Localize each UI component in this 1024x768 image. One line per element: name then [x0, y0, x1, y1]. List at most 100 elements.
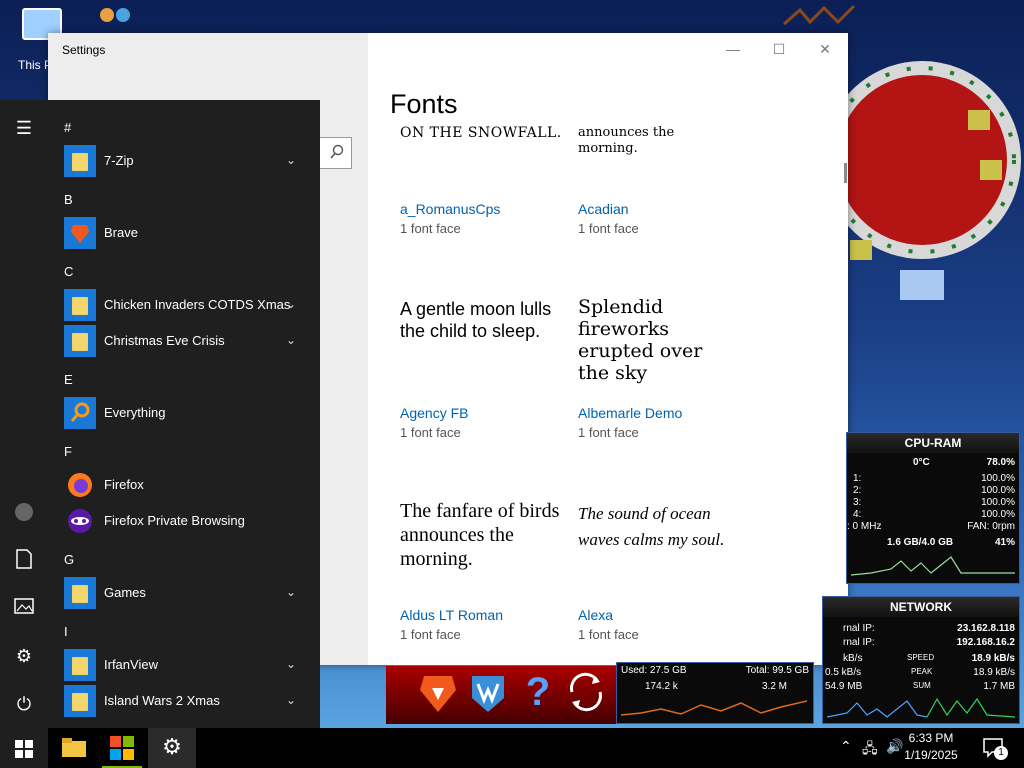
scrollbar-thumb[interactable] — [844, 163, 847, 183]
app-firefox-private[interactable]: Firefox Private Browsing — [64, 505, 312, 537]
app-irfanview[interactable]: IrfanView ⌄ — [64, 649, 312, 681]
app-games[interactable]: Games ⌄ — [64, 577, 312, 609]
app-label: Firefox — [104, 477, 144, 492]
chevron-down-icon[interactable]: ⌄ — [286, 657, 298, 671]
hamburger-menu-icon[interactable]: ☰ — [12, 116, 36, 140]
app-tile — [64, 325, 96, 357]
sum-label: SUM — [913, 681, 931, 690]
store-button[interactable] — [98, 728, 146, 768]
font-card-a-romanuscps[interactable]: ON THE SNOWFALL. a_RomanusCps 1 font fac… — [400, 125, 570, 236]
speed-value: 18.9 kB/s — [971, 653, 1015, 664]
settings-gear-icon[interactable]: ⚙ — [12, 644, 36, 668]
external-ip: 23.162.8.118 — [957, 623, 1015, 634]
refresh-icon[interactable] — [562, 668, 610, 716]
font-name: a_RomanusCps — [400, 201, 501, 217]
app-label: Firefox Private Browsing — [104, 513, 245, 528]
app-island-wars[interactable]: Island Wars 2 Xmas ⌄ — [64, 685, 312, 717]
chevron-down-icon[interactable]: ⌄ — [286, 297, 298, 311]
file-explorer-button[interactable] — [50, 728, 98, 768]
search-icon — [330, 144, 344, 159]
settings-taskbar-button[interactable]: ⚙ — [148, 728, 196, 768]
font-card-albemarle-demo[interactable]: Splendid fireworks erupted over the sky … — [578, 296, 748, 440]
network-gadget: NETWORK rnal IP: 23.162.8.118 rnal IP: 1… — [822, 596, 1020, 724]
font-sample: The sound of ocean waves calms my soul. — [578, 504, 725, 549]
group-letter[interactable]: G — [64, 552, 74, 567]
group-letter[interactable]: C — [64, 264, 73, 279]
clock-time[interactable]: 6:33 PM — [896, 731, 966, 745]
start-button[interactable] — [0, 728, 48, 768]
font-sample: announces the morning. — [578, 125, 675, 156]
help-icon[interactable]: ? — [514, 668, 562, 716]
folder-icon — [62, 738, 86, 757]
external-ip-label: rnal IP: — [843, 623, 875, 634]
cpu-temp: 0°C — [913, 457, 930, 468]
brave-icon[interactable] — [414, 668, 462, 716]
core-3-label: 3: — [853, 497, 862, 508]
sum-value: 1.7 MB — [983, 681, 1015, 692]
font-card-agency-fb[interactable]: A gentle moon lulls the child to sleep. … — [400, 299, 570, 440]
minimize-button[interactable]: — — [710, 33, 756, 65]
font-card-acadian[interactable]: announces the morning. Acadian 1 font fa… — [578, 125, 748, 236]
group-letter[interactable]: E — [64, 372, 73, 387]
peak-label: PEAK — [911, 667, 933, 676]
group-letter[interactable]: B — [64, 192, 73, 207]
chevron-down-icon[interactable]: ⌄ — [286, 585, 298, 599]
peak-value: 18.9 kB/s — [973, 667, 1015, 678]
font-card-alexa[interactable]: The sound of ocean waves calms my soul. … — [578, 501, 748, 642]
clock-date[interactable]: 1/19/2025 — [896, 748, 966, 762]
app-tile — [64, 685, 96, 717]
network-activity-graph — [827, 697, 1015, 718]
font-face-count: 1 font face — [578, 627, 639, 642]
taskbar: ⚙ ⌃ 🖧 🔊 6:33 PM 1/19/2025 1 — [0, 728, 1024, 768]
font-name: Acadian — [578, 201, 629, 217]
app-everything[interactable]: Everything — [64, 397, 312, 429]
power-icon[interactable]: ⏻ — [12, 692, 36, 716]
group-letter[interactable]: F — [64, 444, 72, 459]
close-button[interactable]: ✕ — [802, 33, 848, 65]
cpu-activity-graph — [851, 556, 1015, 576]
microsoft-store-icon — [110, 736, 134, 760]
brave-icon — [71, 225, 89, 243]
wreath-decoration-icon — [823, 61, 1021, 300]
notification-center-icon[interactable]: 1 — [982, 736, 1008, 760]
pictures-icon[interactable] — [12, 596, 36, 620]
app-7-zip[interactable]: 7-Zip ⌄ — [64, 145, 312, 177]
app-firefox[interactable]: Firefox — [64, 469, 312, 501]
disk-write: 3.2 M — [761, 681, 787, 692]
font-name: Aldus LT Roman — [400, 607, 503, 623]
firefox-private-icon — [68, 509, 92, 533]
wise-care-icon[interactable] — [464, 668, 512, 716]
internal-ip: 192.168.16.2 — [956, 637, 1015, 648]
windows-logo-icon — [15, 740, 33, 758]
disk-gadget: Used: 27.5 GB Total: 99.5 GB 174.2 k 3.2… — [616, 662, 814, 724]
show-hidden-icons-chevron-icon[interactable]: ⌃ — [840, 738, 852, 755]
peak-down: 0.5 kB/s — [825, 667, 862, 678]
app-chicken-invaders[interactable]: Chicken Invaders COTDS Xmas ⌄ — [64, 289, 312, 321]
app-label: 7-Zip — [104, 153, 134, 168]
app-tile — [64, 397, 96, 429]
users-icon[interactable] — [92, 6, 140, 34]
app-label: Christmas Eve Crisis — [104, 333, 225, 348]
chevron-down-icon[interactable]: ⌄ — [286, 153, 298, 167]
font-face-count: 1 font face — [400, 627, 461, 642]
cpu-total: 78.0% — [986, 457, 1015, 468]
app-brave[interactable]: Brave — [64, 217, 312, 249]
disk-read: 174.2 k — [645, 681, 678, 692]
network-icon[interactable]: 🖧 — [862, 738, 878, 762]
internal-ip-label: rnal IP: — [843, 637, 875, 648]
chevron-down-icon[interactable]: ⌄ — [286, 333, 298, 347]
group-letter[interactable]: I — [64, 624, 68, 639]
group-letter[interactable]: # — [64, 120, 71, 135]
user-avatar-icon[interactable] — [12, 500, 36, 524]
chevron-down-icon[interactable]: ⌄ — [286, 693, 298, 707]
font-name: Agency FB — [400, 405, 469, 421]
font-name: Albemarle Demo — [578, 405, 683, 421]
documents-icon[interactable] — [12, 548, 36, 572]
app-christmas-eve-crisis[interactable]: Christmas Eve Crisis ⌄ — [64, 325, 312, 357]
maximize-button[interactable]: ☐ — [756, 33, 802, 65]
font-sample: Splendid fireworks erupted over the sky — [578, 296, 703, 384]
font-face-count: 1 font face — [578, 425, 639, 440]
font-card-aldus-lt-roman[interactable]: The fanfare of birds announces the morni… — [400, 499, 570, 642]
sum-down: 54.9 MB — [825, 681, 863, 692]
core-4-value: 100.0% — [981, 509, 1015, 520]
